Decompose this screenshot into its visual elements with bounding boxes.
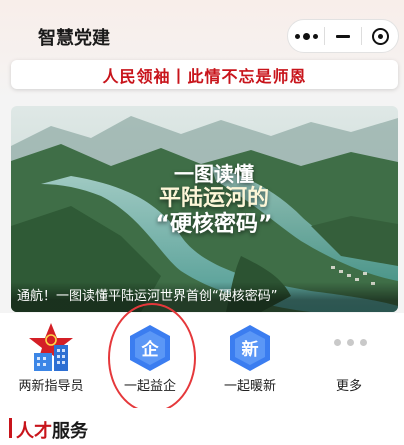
new-badge-icon: 新	[227, 323, 273, 373]
menu-item-label: 一起暖新	[223, 379, 276, 394]
highlight-annotation-ring	[108, 303, 196, 413]
target-icon	[371, 27, 389, 45]
new-glyph: 新	[242, 339, 259, 360]
top-bar: 智慧党建	[0, 0, 404, 56]
section-header-talent-service: 人才服务	[0, 408, 404, 445]
section-title-rest: 服务	[52, 421, 88, 442]
minimize-button[interactable]	[325, 20, 361, 52]
function-menu: 两新指导员 企 一起益企 新 一起暖新 更多	[0, 313, 404, 408]
banner-headline-line: 平陆运河的	[158, 186, 269, 211]
mini-program-capsule	[287, 19, 399, 53]
menu-item-label: 两新指导员	[18, 379, 84, 394]
more-dots-icon	[334, 339, 367, 346]
section-accent-bar	[9, 418, 12, 438]
minus-icon	[336, 34, 350, 38]
banner-caption[interactable]: 通航！一图读懂平陆运河世界首创“硬核密码”	[11, 282, 398, 312]
section-title: 人才服务	[16, 417, 88, 443]
menu-item-two-new-instructor[interactable]: 两新指导员	[6, 313, 96, 408]
news-carousel[interactable]: 一图读懂 平陆运河的 “硬核密码” 通航！一图读懂平陆运河世界首创“硬核密码”	[11, 106, 398, 312]
menu-item-more[interactable]: 更多	[304, 313, 394, 408]
banner-headline: 一图读懂 平陆运河的 “硬核密码”	[139, 162, 289, 239]
banner-headline-line: 一图读懂	[174, 162, 254, 186]
more-options-button[interactable]	[288, 20, 324, 52]
party-building-icon	[28, 323, 74, 373]
more-dots-icon	[294, 32, 318, 40]
slogan-banner[interactable]: 人民领袖丨此情不忘是师恩	[11, 60, 398, 89]
banner-headline-line: “硬核密码”	[155, 212, 273, 238]
menu-item-label: 更多	[335, 379, 362, 394]
app-title: 智慧党建	[38, 28, 110, 49]
close-button[interactable]	[362, 20, 398, 52]
menu-item-warm-new[interactable]: 新 一起暖新	[205, 313, 295, 408]
section-title-accent: 人才	[16, 421, 52, 442]
